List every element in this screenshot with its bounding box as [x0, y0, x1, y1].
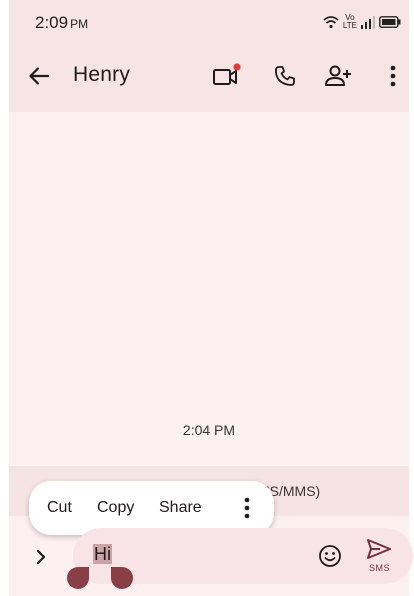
- send-sms-button[interactable]: SMS: [366, 538, 400, 578]
- conversation-title: Henry: [73, 63, 131, 86]
- phone-icon: [275, 66, 295, 86]
- status-time-value: 2:09: [35, 13, 69, 32]
- signal-icon: [361, 16, 375, 29]
- arrow-left-icon: [29, 67, 50, 85]
- wifi-icon: [323, 16, 339, 29]
- video-call-icon: [213, 63, 241, 85]
- messages-screen: 2:09 PM Vo LTE Henry 2:04 PM MS/MMS) Cut…: [9, 0, 413, 596]
- send-icon: [367, 539, 391, 559]
- app-bar: Henry: [9, 40, 409, 112]
- screen-frame-left: [0, 0, 9, 596]
- cut-action[interactable]: Cut: [47, 499, 72, 517]
- volte-bottom: LTE: [342, 21, 357, 30]
- share-action[interactable]: Share: [159, 499, 202, 517]
- menu-more-button[interactable]: [235, 494, 259, 522]
- status-time: 2:09 PM: [35, 13, 88, 33]
- back-button[interactable]: [21, 58, 57, 94]
- selected-text: Hi: [93, 544, 112, 564]
- chevron-right-icon: [36, 549, 46, 565]
- expand-options-button[interactable]: [27, 543, 55, 571]
- more-vert-icon: [244, 497, 250, 519]
- volte-indicator: Vo LTE: [343, 14, 357, 30]
- status-bar: 2:09 PM Vo LTE: [9, 0, 409, 40]
- emoji-icon: [319, 545, 341, 567]
- add-people-button[interactable]: [321, 58, 357, 94]
- copy-action[interactable]: Copy: [97, 499, 134, 517]
- status-ampm: PM: [70, 17, 89, 31]
- text-selection-menu: Cut Copy Share: [29, 481, 274, 535]
- selection-handle-end[interactable]: [111, 567, 133, 589]
- voice-call-button[interactable]: [267, 58, 303, 94]
- add-person-icon: [325, 65, 351, 86]
- status-icons: Vo LTE: [323, 13, 401, 31]
- more-options-button[interactable]: [375, 58, 411, 94]
- more-vert-icon: [390, 65, 396, 87]
- battery-icon: [379, 16, 401, 28]
- video-call-button[interactable]: [208, 58, 244, 94]
- send-sms-label: SMS: [369, 563, 391, 573]
- selection-handle-start[interactable]: [67, 567, 89, 589]
- message-timestamp: 2:04 PM: [182, 422, 236, 438]
- compose-text[interactable]: Hi: [93, 544, 112, 565]
- emoji-button[interactable]: [316, 542, 344, 570]
